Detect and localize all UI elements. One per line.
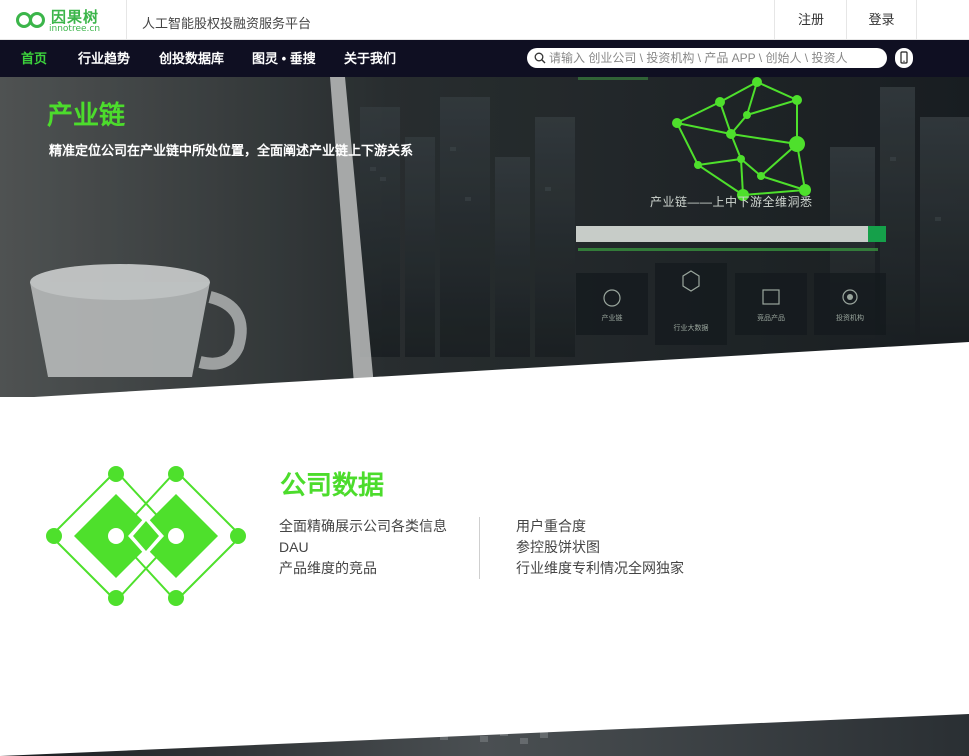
- company-data-diamond-icon: [46, 466, 246, 606]
- mobile-app-button[interactable]: [895, 48, 913, 68]
- hero-card-investors: 投资机构: [814, 273, 886, 335]
- hero-card-competing-products: 竞品产品: [735, 273, 807, 335]
- company-data-title: 公司数据: [280, 471, 385, 501]
- industry-data-icon: [682, 270, 700, 292]
- nav-item-vc-database[interactable]: 创投数据库: [159, 40, 224, 77]
- register-button[interactable]: 注册: [774, 0, 847, 40]
- hero-caption: 产业链——上中下游全维洞悉: [650, 195, 813, 209]
- logo-domain: innotree.cn: [49, 24, 101, 34]
- next-section-background-image: [0, 700, 969, 756]
- hero-card-label: 投资机构: [836, 315, 864, 322]
- logo-infinity-icon: [16, 12, 45, 28]
- hero-title: 产业链: [47, 101, 126, 131]
- hero-card-label: 竞品产品: [757, 315, 785, 322]
- hero-card-label: 行业大数据: [673, 325, 709, 332]
- phone-icon: [900, 51, 908, 64]
- hero-search-button: [868, 226, 886, 242]
- hero-card-industry-data: 行业大数据: [655, 263, 727, 345]
- feature-item: 全面精确展示公司各类信息: [279, 518, 447, 534]
- hero-banner: 产业链 精准定位公司在产业链中所处位置，全面阐述产业链上下游关系 产业链——上中…: [0, 77, 969, 397]
- next-section-banner: [0, 700, 969, 756]
- hero-subtitle: 精准定位公司在产业链中所处位置，全面阐述产业链上下游关系: [49, 143, 414, 158]
- hero-search-field: [576, 226, 868, 242]
- features-divider: [479, 517, 480, 579]
- feature-item: 行业维度专利情况全网独家: [516, 560, 684, 576]
- top-header: 因果树 innotree.cn 人工智能股权投融资服务平台 注册 登录: [0, 0, 969, 40]
- feature-item: DAU: [279, 539, 309, 555]
- login-button[interactable]: 登录: [846, 0, 917, 40]
- hero-card-label: 产业链: [601, 315, 623, 322]
- site-slogan: 人工智能股权投融资服务平台: [142, 16, 312, 31]
- search-bar: [527, 48, 887, 68]
- feature-item: 产品维度的竞品: [279, 560, 377, 576]
- features-right-list: 用户重合度 参控股饼状图 行业维度专利情况全网独家: [516, 516, 684, 579]
- nav-item-about-us[interactable]: 关于我们: [344, 40, 396, 77]
- features-left-list: 全面精确展示公司各类信息 DAU 产品维度的竞品: [279, 516, 447, 579]
- feature-item: 参控股饼状图: [516, 539, 600, 555]
- nav-item-industry-trends[interactable]: 行业趋势: [78, 40, 130, 77]
- nav-item-turing-search[interactable]: 图灵 • 垂搜: [252, 40, 316, 77]
- header-divider: [126, 0, 127, 40]
- nav-item-home[interactable]: 首页: [21, 40, 47, 77]
- search-icon[interactable]: [534, 52, 546, 64]
- site-logo[interactable]: 因果树 innotree.cn: [16, 6, 116, 36]
- industry-chain-icon: [603, 289, 621, 307]
- feature-item: 用户重合度: [516, 518, 586, 534]
- investors-icon: [842, 289, 858, 305]
- competing-products-icon: [762, 289, 780, 305]
- hero-card-industry-chain: 产业链: [576, 273, 648, 335]
- search-input[interactable]: [549, 49, 879, 67]
